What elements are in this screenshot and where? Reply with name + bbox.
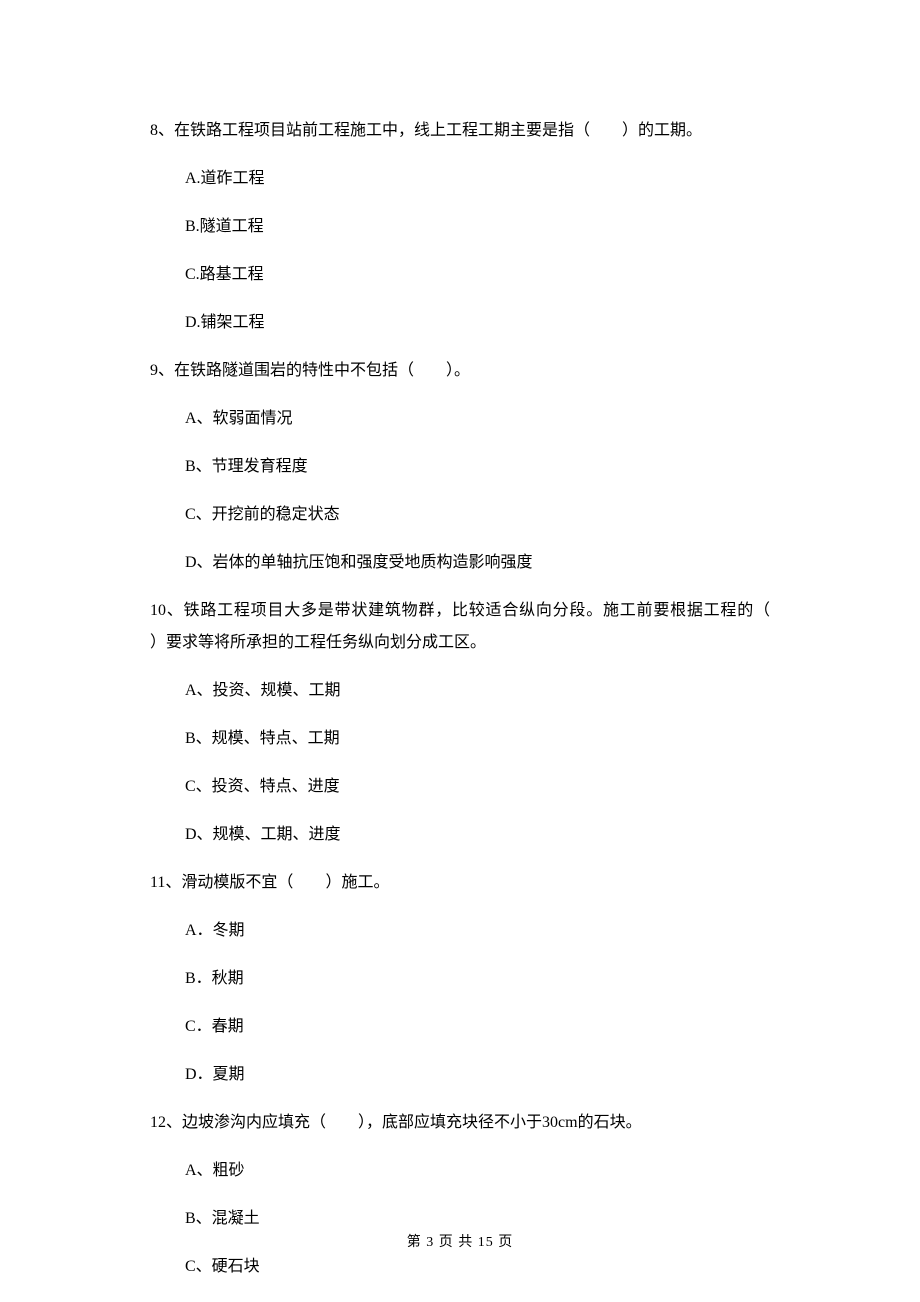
options-list: A.道砟工程 B.隧道工程 C.路基工程 D.铺架工程	[150, 163, 770, 339]
blank-paren	[293, 874, 325, 891]
blank-paren	[590, 122, 622, 139]
stem-text-after: ）要求等将所承担的工程任务纵向划分成工区。	[150, 634, 486, 651]
question-stem: 11、滑动模版不宜（ ）施工。	[150, 867, 770, 899]
question-10: 10、铁路工程项目大多是带状建筑物群，比较适合纵向分段。施工前要根据工程的（ ）…	[150, 595, 770, 851]
question-stem: 8、在铁路工程项目站前工程施工中，线上工程工期主要是指（ ）的工期。	[150, 115, 770, 147]
question-12: 12、边坡渗沟内应填充（ ），底部应填充块径不小于30cm的石块。 A、粗砂 B…	[150, 1107, 770, 1283]
blank-paren	[770, 602, 802, 619]
option-b: B、节理发育程度	[185, 451, 770, 483]
options-list: A、粗砂 B、混凝土 C、硬石块	[150, 1155, 770, 1283]
stem-text-before: 12、边坡渗沟内应填充（	[150, 1114, 326, 1131]
option-b: B.隧道工程	[185, 211, 770, 243]
option-c: C、开挖前的稳定状态	[185, 499, 770, 531]
blank-paren	[326, 1114, 358, 1131]
question-9: 9、在铁路隧道围岩的特性中不包括（ ）。 A、软弱面情况 B、节理发育程度 C、…	[150, 355, 770, 579]
question-8: 8、在铁路工程项目站前工程施工中，线上工程工期主要是指（ ）的工期。 A.道砟工…	[150, 115, 770, 339]
page-content: 8、在铁路工程项目站前工程施工中，线上工程工期主要是指（ ）的工期。 A.道砟工…	[0, 0, 920, 1283]
options-list: A、软弱面情况 B、节理发育程度 C、开挖前的稳定状态 D、岩体的单轴抗压饱和强…	[150, 403, 770, 579]
options-list: A．冬期 B．秋期 C．春期 D．夏期	[150, 915, 770, 1091]
stem-text-before: 10、铁路工程项目大多是带状建筑物群，比较适合纵向分段。施工前要根据工程的（	[150, 602, 770, 619]
stem-text-after: ）施工。	[325, 874, 389, 891]
stem-text-before: 8、在铁路工程项目站前工程施工中，线上工程工期主要是指（	[150, 122, 590, 139]
page-footer: 第 3 页 共 15 页	[0, 1232, 920, 1254]
option-d: D、岩体的单轴抗压饱和强度受地质构造影响强度	[185, 547, 770, 579]
option-d: D．夏期	[185, 1059, 770, 1091]
stem-text-before: 9、在铁路隧道围岩的特性中不包括（	[150, 362, 414, 379]
option-b: B．秋期	[185, 963, 770, 995]
question-11: 11、滑动模版不宜（ ）施工。 A．冬期 B．秋期 C．春期 D．夏期	[150, 867, 770, 1091]
options-list: A、投资、规模、工期 B、规模、特点、工期 C、投资、特点、进度 D、规模、工期…	[150, 675, 770, 851]
option-a: A．冬期	[185, 915, 770, 947]
stem-text-after: ），底部应填充块径不小于30cm的石块。	[358, 1114, 642, 1131]
option-b: B、混凝土	[185, 1203, 770, 1235]
option-b: B、规模、特点、工期	[185, 723, 770, 755]
stem-text-before: 11、滑动模版不宜（	[150, 874, 293, 891]
question-stem: 10、铁路工程项目大多是带状建筑物群，比较适合纵向分段。施工前要根据工程的（ ）…	[150, 595, 770, 659]
option-c: C、投资、特点、进度	[185, 771, 770, 803]
option-a: A、投资、规模、工期	[185, 675, 770, 707]
blank-paren	[414, 362, 446, 379]
option-a: A、软弱面情况	[185, 403, 770, 435]
option-c: C.路基工程	[185, 259, 770, 291]
option-a: A、粗砂	[185, 1155, 770, 1187]
option-d: D.铺架工程	[185, 307, 770, 339]
option-d: D、规模、工期、进度	[185, 819, 770, 851]
option-a: A.道砟工程	[185, 163, 770, 195]
question-stem: 12、边坡渗沟内应填充（ ），底部应填充块径不小于30cm的石块。	[150, 1107, 770, 1139]
option-c: C．春期	[185, 1011, 770, 1043]
stem-text-after: ）。	[446, 362, 470, 379]
option-c: C、硬石块	[185, 1251, 770, 1283]
question-stem: 9、在铁路隧道围岩的特性中不包括（ ）。	[150, 355, 770, 387]
stem-text-after: ）的工期。	[622, 122, 702, 139]
